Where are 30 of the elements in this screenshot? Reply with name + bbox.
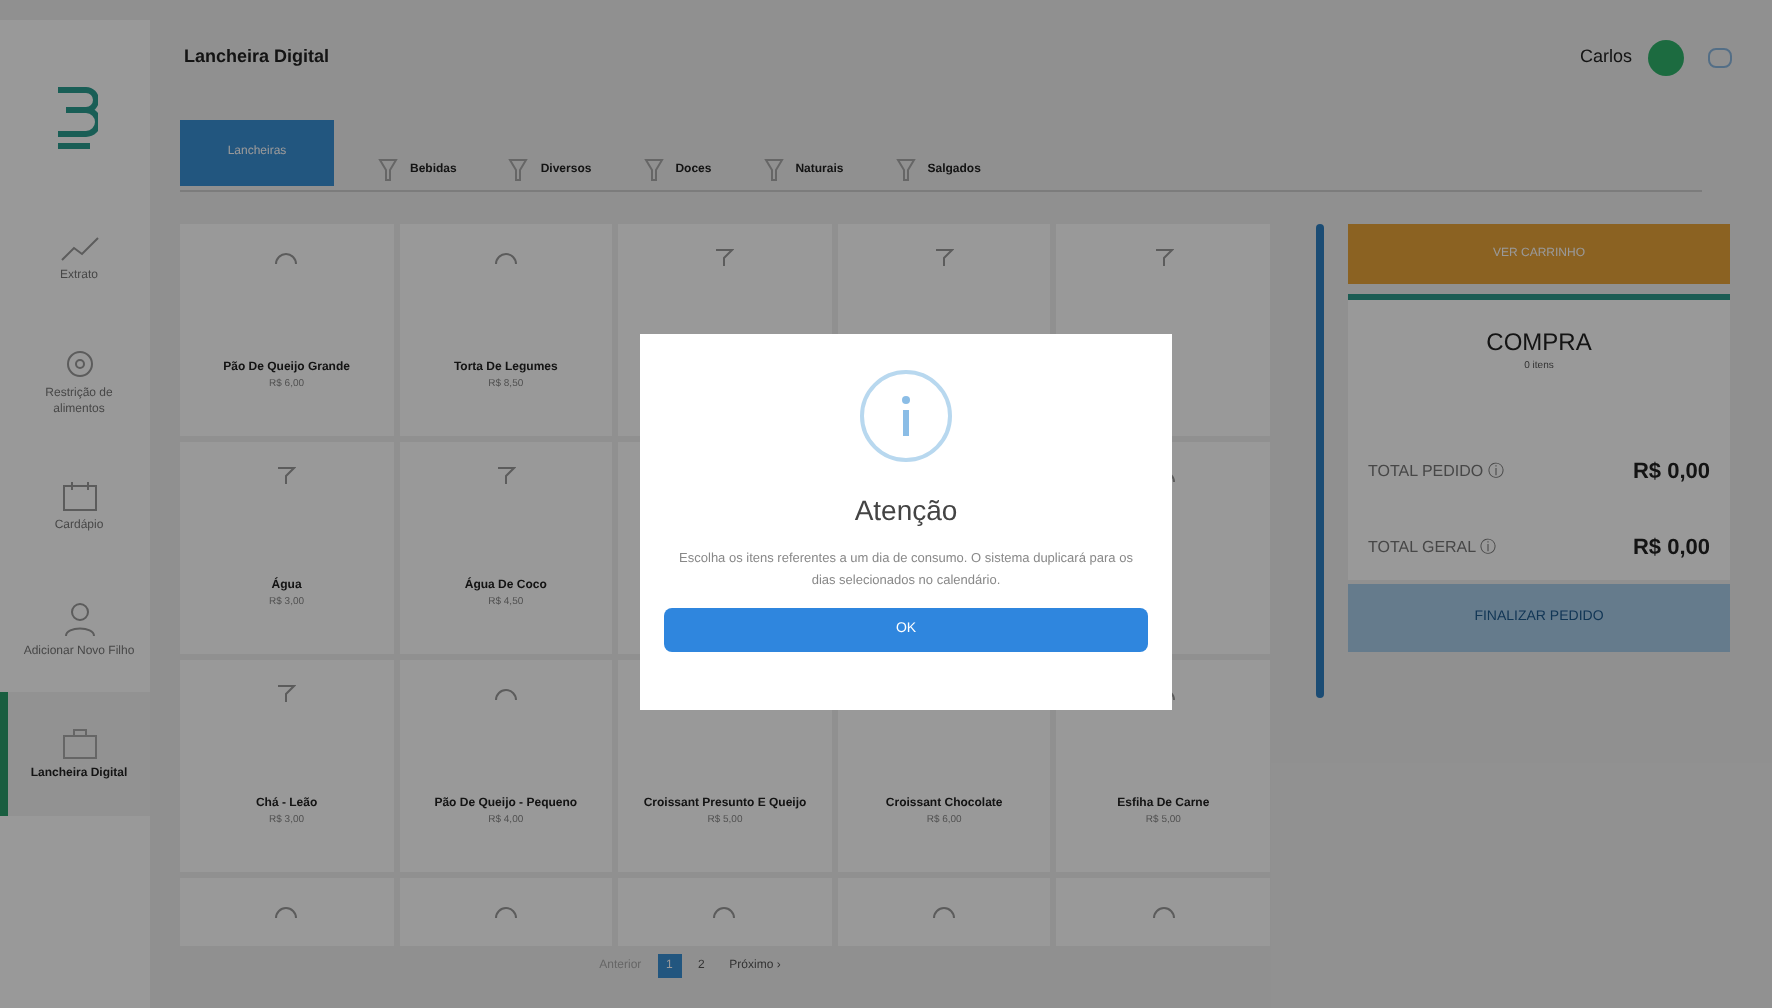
cloche-icon xyxy=(1151,902,1176,920)
box-icon xyxy=(61,727,97,759)
logout-icon[interactable] xyxy=(1708,48,1732,68)
cloche-icon xyxy=(493,248,518,266)
user-name: Carlos xyxy=(1579,44,1632,71)
category-icon xyxy=(895,158,916,182)
chart-icon xyxy=(59,233,99,261)
info-icon xyxy=(860,370,952,462)
calendar-icon xyxy=(61,479,97,511)
cloche-icon xyxy=(932,902,957,920)
avatar-icon[interactable] xyxy=(1648,40,1684,76)
purchase-title: COMPRA xyxy=(1486,326,1592,360)
total-label: TOTAL GERAL ⓘ xyxy=(1368,536,1497,560)
total-value: R$ 0,00 xyxy=(1632,457,1710,488)
category-icon xyxy=(643,158,664,182)
logo-icon xyxy=(53,84,97,152)
total-label: TOTAL PEDIDO ⓘ xyxy=(1368,460,1504,484)
gear-icon xyxy=(63,347,95,379)
category-icon xyxy=(508,158,529,182)
cloche-icon xyxy=(493,902,518,920)
person-icon xyxy=(63,601,95,637)
cloche-icon xyxy=(274,248,299,266)
dialog-title: Atenção xyxy=(854,492,958,530)
category-icon xyxy=(378,158,398,182)
page-title: Lancheira Digital xyxy=(184,44,330,71)
cloche-icon xyxy=(274,902,299,920)
cloche-icon xyxy=(712,902,737,920)
total-value: R$ 0,00 xyxy=(1632,533,1710,564)
cloche-icon xyxy=(493,684,518,702)
category-icon xyxy=(763,158,784,182)
